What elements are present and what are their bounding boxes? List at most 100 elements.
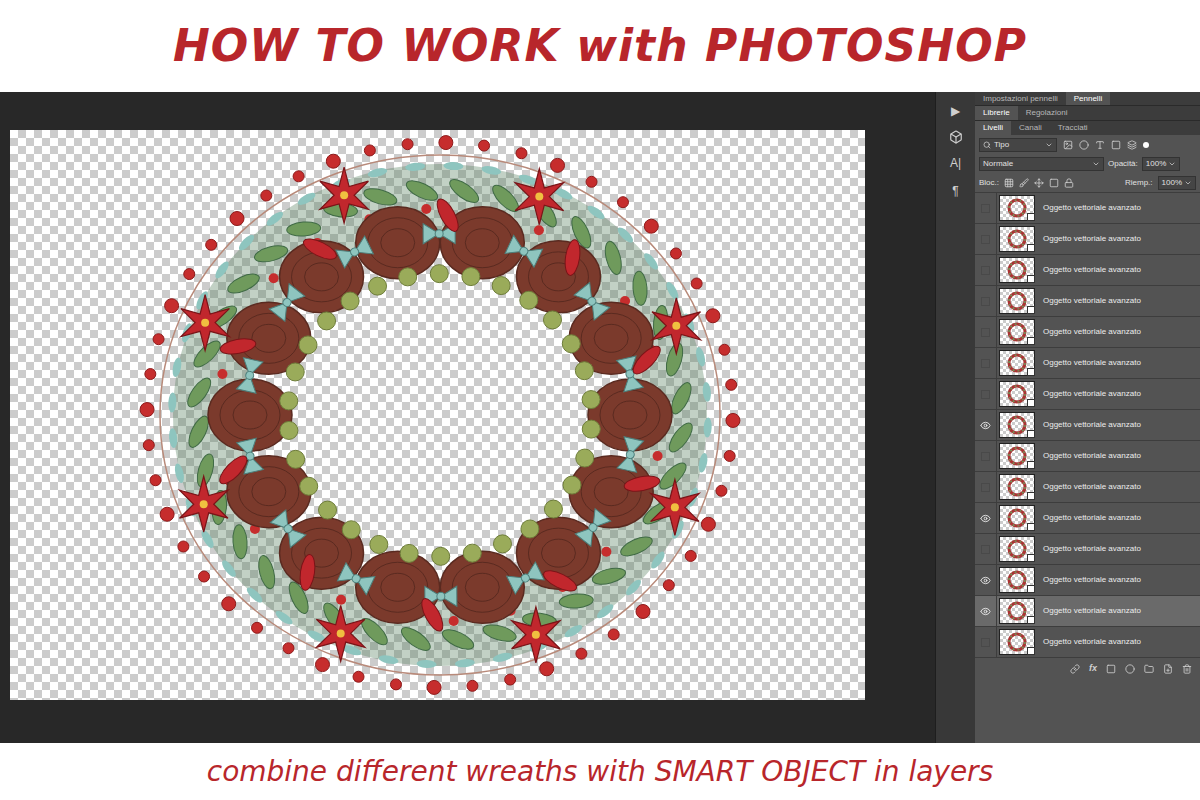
layer-actions: fx [975,658,1200,680]
fill-field[interactable]: 100% [1158,176,1196,190]
layer-thumbnail [999,536,1035,562]
layer-thumbnail [999,412,1035,438]
layer-name: Oggetto vettoriale avanzato [1043,574,1141,586]
blend-mode-select[interactable]: Normale [979,157,1104,171]
smart-object-badge [1027,244,1035,252]
panel-tab[interactable]: Librerie [975,106,1018,120]
visibility-toggle[interactable] [975,379,997,409]
visibility-toggle[interactable] [975,410,997,440]
visibility-toggle[interactable] [975,441,997,471]
empty-visibility-box [981,204,990,213]
panel-tab[interactable]: Impostazioni pennelli [975,92,1066,105]
lock-pixels-icon[interactable] [1004,178,1014,188]
lock-row: Bloc.:Riemp.:100% [975,173,1200,192]
layer-row[interactable]: Oggetto vettoriale avanzato [975,348,1200,379]
title: HOW TO WORK with PHOTOSHOP [173,13,1027,79]
panel-tab[interactable]: Regolazioni [1018,106,1076,120]
visibility-toggle[interactable] [975,534,997,564]
layer-thumbnail [999,474,1035,500]
layer-row[interactable]: Oggetto vettoriale avanzato [975,534,1200,565]
visibility-toggle[interactable] [975,348,997,378]
layer-name: Oggetto vettoriale avanzato [1043,450,1141,462]
layer-row[interactable]: Oggetto vettoriale avanzato [975,472,1200,503]
play-button[interactable]: ▶ [951,102,960,120]
layer-name: Oggetto vettoriale avanzato [1043,233,1141,245]
visibility-toggle[interactable] [975,627,997,657]
lock-position-icon[interactable] [1034,178,1044,188]
visibility-toggle[interactable] [975,193,997,223]
layer-row[interactable]: Oggetto vettoriale avanzato [975,224,1200,255]
visibility-toggle[interactable] [975,565,997,595]
layer-row[interactable]: Oggetto vettoriale avanzato [975,596,1200,627]
visibility-toggle[interactable] [975,224,997,254]
visibility-toggle[interactable] [975,317,997,347]
layer-thumbnail [999,629,1035,655]
visibility-toggle[interactable] [975,255,997,285]
adjustment-filter-icon[interactable] [1079,140,1089,150]
canvas[interactable] [10,130,865,700]
workspace [0,92,935,743]
smart-filter-icon[interactable] [1127,140,1137,150]
empty-visibility-box [981,483,990,492]
smart-object-badge [1027,368,1035,376]
layer-row[interactable]: Oggetto vettoriale avanzato [975,193,1200,224]
layer-name: Oggetto vettoriale avanzato [1043,481,1141,493]
visibility-toggle[interactable] [975,472,997,502]
filter-toggle[interactable] [1143,142,1149,148]
layer-thumbnail [999,195,1035,221]
trash-icon[interactable] [1182,664,1192,674]
wreath-artwork [10,130,865,700]
layer-thumbnail [999,443,1035,469]
filter-select[interactable]: Tipo [979,138,1057,152]
layer-row[interactable]: Oggetto vettoriale avanzato [975,565,1200,596]
smart-object-badge [1027,616,1035,624]
layer-row[interactable]: Oggetto vettoriale avanzato [975,286,1200,317]
panel-tab[interactable]: Livelli [975,121,1011,135]
smart-object-badge [1027,461,1035,469]
layer-row[interactable]: Oggetto vettoriale avanzato [975,410,1200,441]
layer-list: Oggetto vettoriale avanzatoOggetto vetto… [975,192,1200,658]
panel-tab[interactable]: Tracciati [1050,121,1096,135]
adjustment-layer-icon[interactable] [1125,664,1135,674]
opacity-field[interactable]: 100% [1142,157,1180,171]
smart-object-badge [1027,399,1035,407]
empty-visibility-box [981,328,990,337]
lock-artboard-icon[interactable] [1049,178,1059,188]
paragraph-button[interactable]: ¶ [952,182,958,200]
chevron-down-icon [1092,160,1100,168]
layer-row[interactable]: Oggetto vettoriale avanzato [975,379,1200,410]
eye-icon [980,575,991,586]
mask-icon[interactable] [1106,664,1116,674]
layer-name: Oggetto vettoriale avanzato [1043,512,1141,524]
character-button[interactable]: A| [950,154,961,172]
shape-filter-icon[interactable] [1111,140,1121,150]
image-filter-icon[interactable] [1063,140,1073,150]
visibility-toggle[interactable] [975,503,997,533]
layer-row[interactable]: Oggetto vettoriale avanzato [975,627,1200,658]
fx-button[interactable]: fx [1089,662,1097,676]
layer-row[interactable]: Oggetto vettoriale avanzato [975,255,1200,286]
new-layer-icon[interactable] [1163,664,1173,674]
visibility-toggle[interactable] [975,596,997,626]
folder-icon[interactable] [1144,664,1154,674]
lock-all-icon[interactable] [1064,178,1074,188]
lock-paint-icon[interactable] [1019,178,1029,188]
layer-name: Oggetto vettoriale avanzato [1043,357,1141,369]
tab-bar: LibrerieRegolazioni [975,105,1200,120]
link-icon[interactable] [1070,664,1080,674]
properties-icon[interactable] [949,130,963,144]
panel-tab[interactable]: Pennelli [1066,92,1110,105]
layer-row[interactable]: Oggetto vettoriale avanzato [975,503,1200,534]
visibility-toggle[interactable] [975,286,997,316]
panel-dock-strip: ▶ A| ¶ [935,92,975,743]
smart-object-badge [1027,306,1035,314]
smart-object-badge [1027,430,1035,438]
layer-name: Oggetto vettoriale avanzato [1043,388,1141,400]
type-filter-icon[interactable] [1095,140,1105,150]
panel-tab[interactable]: Canali [1011,121,1050,135]
layer-row[interactable]: Oggetto vettoriale avanzato [975,441,1200,472]
empty-visibility-box [981,638,990,647]
layer-row[interactable]: Oggetto vettoriale avanzato [975,317,1200,348]
layer-thumbnail [999,319,1035,345]
layer-thumbnail [999,567,1035,593]
